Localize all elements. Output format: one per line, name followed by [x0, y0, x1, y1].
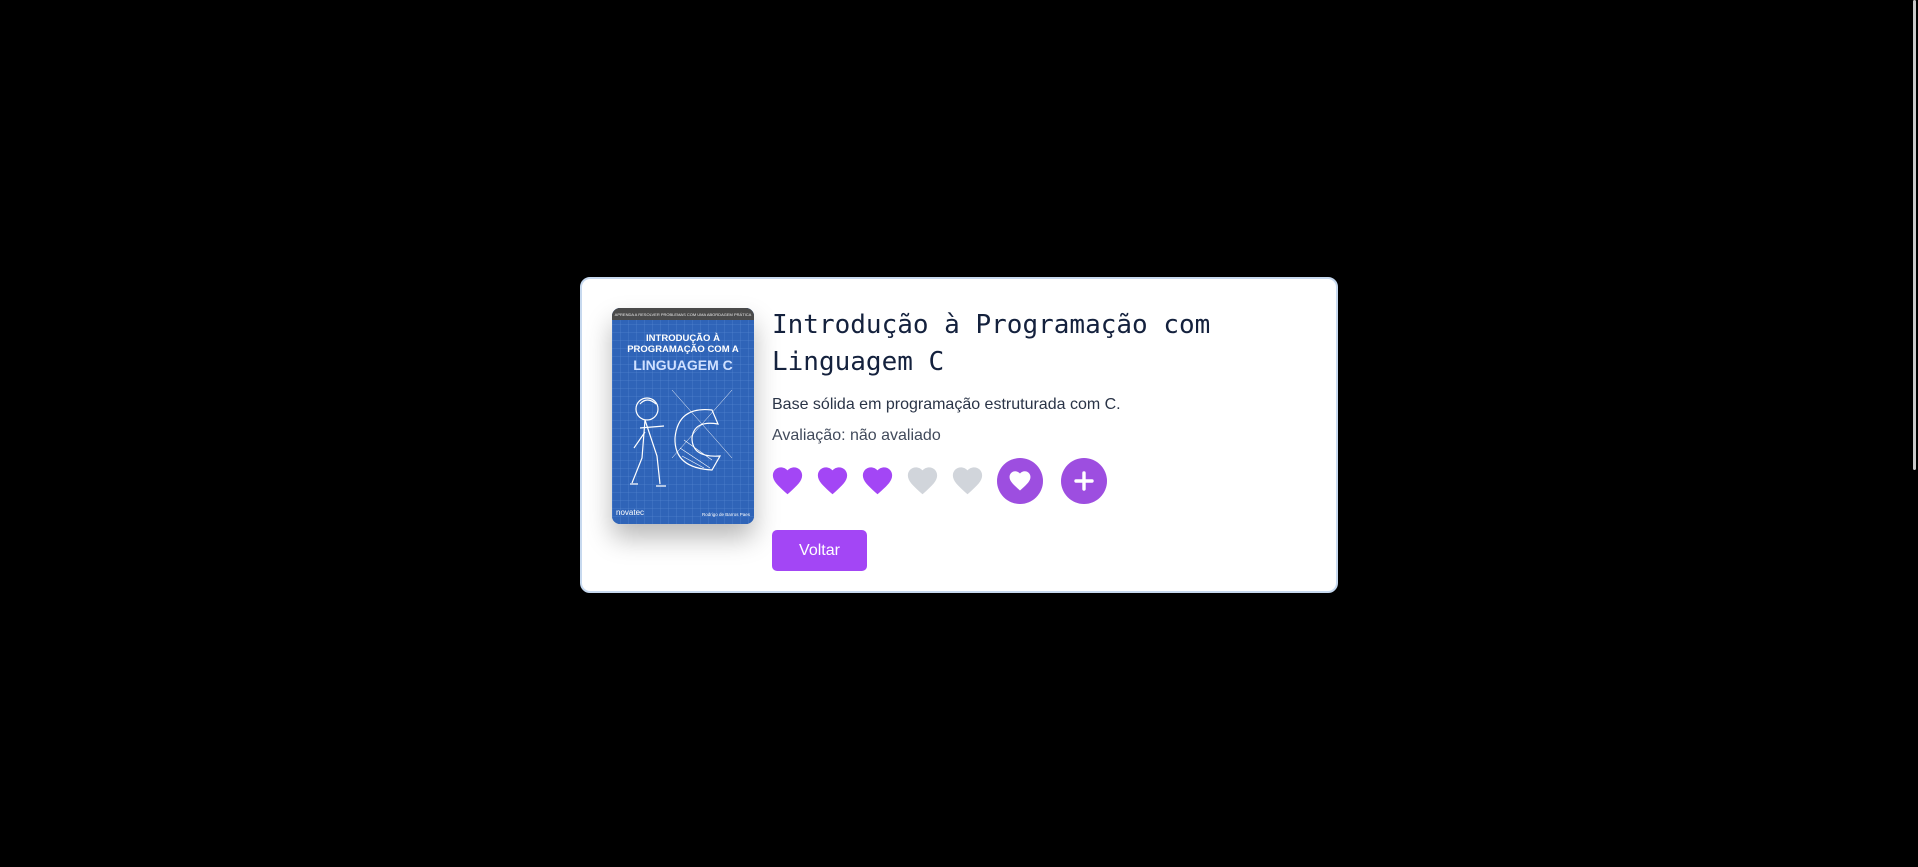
heart-icon — [817, 467, 848, 495]
rating-heart-3[interactable] — [862, 467, 893, 495]
rating-heart-2[interactable] — [817, 467, 848, 495]
add-button[interactable] — [1061, 458, 1107, 504]
plus-icon — [1074, 471, 1094, 491]
book-info: Introdução à Programação com Linguagem C… — [772, 307, 1312, 571]
rating-controls — [772, 458, 1312, 504]
cover-title-line2: PROGRAMAÇÃO COM A — [627, 344, 739, 355]
book-title-line1: Introdução à Programação com — [772, 310, 1211, 340]
book-detail-card: APRENDA A RESOLVER PROBLEMAS COM UMA ABO… — [580, 277, 1338, 593]
rating-heart-1[interactable] — [772, 467, 803, 495]
cover-title-line3: LINGUAGEM C — [633, 357, 733, 373]
favorite-button[interactable] — [997, 458, 1043, 504]
cover-title-line1: INTRODUÇÃO À — [646, 333, 720, 344]
book-title: Introdução à Programação com Linguagem C — [772, 307, 1312, 381]
cover-publisher: novatec — [616, 508, 644, 517]
book-cover-image: APRENDA A RESOLVER PROBLEMAS COM UMA ABO… — [612, 308, 754, 524]
rating-heart-4[interactable] — [907, 467, 938, 495]
book-title-line2: Linguagem C — [772, 347, 945, 377]
back-button[interactable]: Voltar — [772, 530, 867, 571]
heart-icon — [772, 467, 803, 495]
heart-icon — [1009, 471, 1031, 491]
heart-icon — [907, 467, 938, 495]
cover-author: Rodrigo de Barros Paes — [702, 512, 751, 517]
heart-icon — [862, 467, 893, 495]
rating-status: Avaliação: não avaliado — [772, 427, 941, 444]
heart-icon — [952, 467, 983, 495]
cover-top-banner: APRENDA A RESOLVER PROBLEMAS COM UMA ABO… — [615, 312, 752, 317]
rating-heart-5[interactable] — [952, 467, 983, 495]
book-description: Base sólida em programação estruturada c… — [772, 396, 1121, 413]
scrollbar[interactable] — [1913, 0, 1916, 470]
